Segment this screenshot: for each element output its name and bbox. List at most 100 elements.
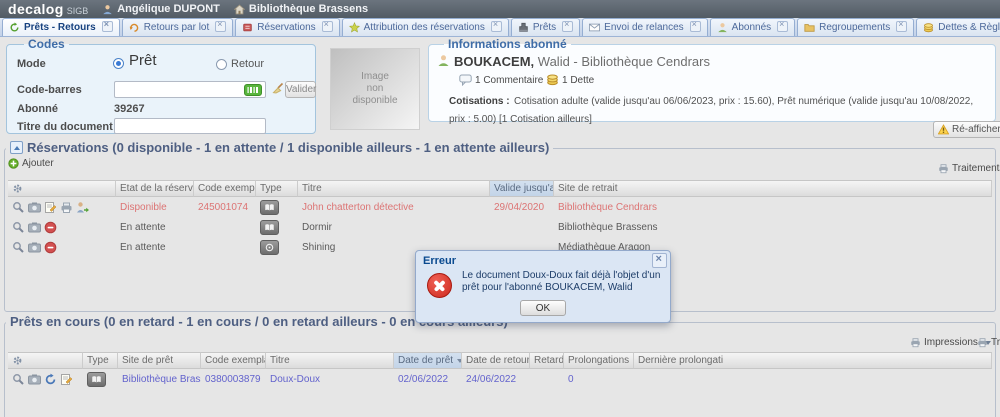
col-valide-jusquau[interactable]: Valide jusqu'au [490, 180, 554, 197]
mode-retour-radio[interactable] [216, 59, 227, 70]
col-titre[interactable]: Titre [266, 352, 394, 369]
cell-code: 245001074 [194, 197, 256, 217]
col-code-exemplaire[interactable]: Code exemplaire [201, 352, 266, 369]
subscriber-name-line: BOUKACEM, Walid - Bibliothèque Cendrars [454, 53, 710, 71]
cell-titre[interactable]: Doux-Doux [266, 369, 394, 389]
abonne-value: 39267 [114, 103, 145, 115]
cell-site[interactable]: Bibliothèque Brassens [118, 369, 201, 389]
tab-envoi-relances[interactable]: Envoi de relances [582, 18, 708, 36]
tab-regroupements[interactable]: Regroupements [797, 18, 914, 36]
close-icon[interactable] [652, 253, 667, 268]
barcode-scan-icon[interactable] [244, 84, 262, 96]
close-icon[interactable] [562, 21, 573, 32]
table-row[interactable]: En attente Dormir Bibliothèque Brassens [8, 217, 992, 237]
col-prolongations[interactable]: Prolongations [564, 352, 634, 369]
photo-icon[interactable] [28, 373, 41, 386]
codes-panel: Mode Prêt Retour Code-barres Valider Abo… [6, 44, 316, 134]
col-type[interactable]: Type [83, 352, 118, 369]
tab-attribution-reservations[interactable]: Attribution des réservations [342, 18, 509, 36]
current-library[interactable]: Bibliothèque Brassens [234, 3, 368, 15]
cell-titre[interactable]: John chatterton détective [298, 197, 490, 217]
tab-label: Attribution des réservations [364, 22, 485, 33]
cell-valide: 29/04/2020 [490, 197, 554, 217]
loans-icon [518, 22, 529, 33]
close-icon[interactable] [322, 21, 333, 32]
tab-abonnes[interactable]: Abonnés [710, 18, 795, 36]
gear-icon[interactable] [12, 183, 23, 194]
assign-person-icon[interactable] [76, 201, 89, 214]
dialog-titlebar[interactable]: Erreur [416, 251, 670, 268]
cell-etat: Disponible [116, 197, 194, 217]
magnifier-icon[interactable] [12, 373, 25, 386]
cotisations-label: Cotisations : [449, 96, 510, 107]
col-retard[interactable]: Retard [530, 352, 564, 369]
tab-reservations[interactable]: Réservations [235, 18, 339, 36]
titre-document-input[interactable] [114, 118, 266, 134]
close-icon[interactable] [102, 21, 113, 32]
gear-icon[interactable] [12, 355, 23, 366]
tab-prets-retours[interactable]: Prêts - Retours [2, 18, 120, 36]
close-icon[interactable] [491, 21, 502, 32]
table-row[interactable]: Disponible 245001074 John chatterton dét… [8, 197, 992, 217]
renew-loan-icon[interactable] [44, 373, 57, 386]
mode-pret-label[interactable]: Prêt [129, 52, 157, 69]
error-icon [427, 273, 452, 298]
cancel-reservation-icon[interactable] [44, 241, 57, 254]
topbar: decalog SIGB Angélique DUPONT Bibliothèq… [0, 0, 1000, 18]
disc-type-icon [260, 240, 279, 255]
photo-icon[interactable] [28, 221, 41, 234]
current-user[interactable]: Angélique DUPONT [102, 3, 220, 15]
col-site-retrait[interactable]: Site de retrait [554, 180, 992, 197]
column-config-header[interactable] [8, 352, 83, 369]
close-icon[interactable] [777, 21, 788, 32]
tab-prets[interactable]: Prêts [511, 18, 580, 36]
edit-note-icon[interactable] [44, 201, 57, 214]
printer-icon [938, 163, 949, 174]
col-code-exemplaire[interactable]: Code exemplaire [194, 180, 256, 197]
ok-button[interactable]: OK [520, 300, 566, 316]
col-date-pret[interactable]: Date de prêt [394, 352, 462, 369]
cell-titre[interactable]: Dormir [298, 217, 490, 237]
broom-icon[interactable] [271, 82, 284, 95]
edit-note-icon[interactable] [60, 373, 73, 386]
magnifier-icon[interactable] [12, 241, 25, 254]
tab-label: Retours par lot [144, 22, 210, 33]
add-plus-icon [8, 158, 19, 169]
table-row[interactable]: Bibliothèque Brassens 0380003879 Doux-Do… [8, 369, 992, 389]
col-derniere-prolongation[interactable]: Dernière prolongati [634, 352, 992, 369]
magnifier-icon[interactable] [12, 221, 25, 234]
debt-coins-icon [546, 73, 559, 86]
valider-button[interactable]: Valider [285, 81, 316, 98]
prets-traitements-button[interactable]: Tra [977, 337, 1000, 348]
close-icon[interactable] [215, 21, 226, 32]
column-config-header[interactable] [8, 180, 116, 197]
row-actions [8, 237, 116, 257]
col-type[interactable]: Type [256, 180, 298, 197]
reafficher-button[interactable]: Ré-afficher ave [933, 121, 1000, 138]
commentaire-count[interactable]: 1 Commentaire [475, 75, 543, 86]
col-etat[interactable]: Etat de la réservation [116, 180, 194, 197]
cell-code[interactable]: 0380003879 [201, 369, 266, 389]
mode-pret-radio[interactable] [113, 58, 124, 69]
col-site-pret[interactable]: Site de prêt [118, 352, 201, 369]
dette-count[interactable]: 1 Dette [562, 75, 594, 86]
col-date-retour[interactable]: Date de retour prév [462, 352, 530, 369]
cancel-reservation-icon[interactable] [44, 221, 57, 234]
mode-retour-label[interactable]: Retour [231, 58, 264, 70]
printer-icon[interactable] [60, 201, 73, 214]
col-titre[interactable]: Titre [298, 180, 490, 197]
traitements-button[interactable]: Traitements [938, 163, 1000, 174]
reservations-table: Etat de la réservation Code exemplaire T… [8, 180, 992, 257]
error-dialog: Erreur Le document Doux-Doux fait déjà l… [415, 250, 671, 323]
tab-retours-par-lot[interactable]: Retours par lot [122, 18, 234, 36]
close-icon[interactable] [690, 21, 701, 32]
close-icon[interactable] [896, 21, 907, 32]
tab-dettes-reglements[interactable]: Dettes & Règlements [916, 18, 1000, 36]
traitements-label: Traitements [952, 163, 1000, 174]
collapse-icon[interactable] [10, 141, 23, 154]
mode-label: Mode [17, 58, 46, 70]
ajouter-button[interactable]: Ajouter [8, 158, 54, 169]
photo-icon[interactable] [28, 241, 41, 254]
magnifier-icon[interactable] [12, 201, 25, 214]
photo-icon[interactable] [28, 201, 41, 214]
